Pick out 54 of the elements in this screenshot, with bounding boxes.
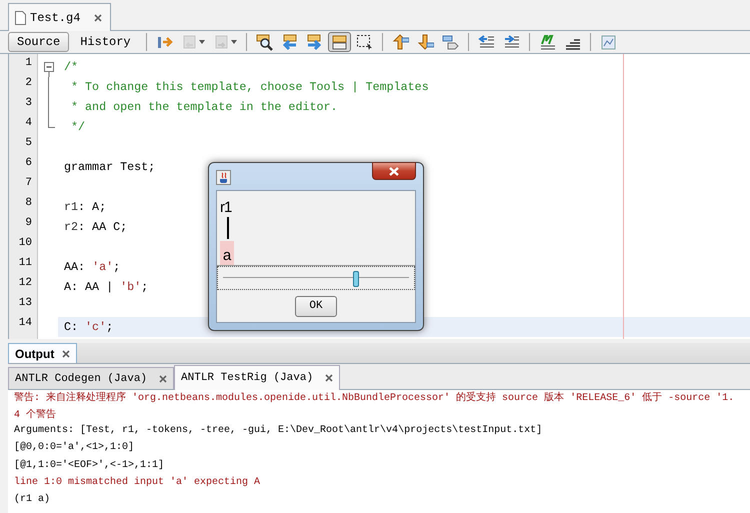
close-icon[interactable] — [325, 374, 334, 382]
close-icon[interactable] — [159, 374, 168, 382]
output-line: 4 个警告 — [14, 410, 56, 422]
zoom-slider[interactable] — [217, 266, 415, 290]
line-number: 10 — [18, 237, 33, 251]
code-line: /* — [64, 60, 78, 74]
code-line: r2: AA C; — [64, 220, 128, 234]
view-button[interactable]: History — [71, 32, 140, 52]
output-line: 警告: 来自注释处理程序 'org.netbeans.modules.openide.util.NbBundleProcessor' 的受支持 source 版本 'RELEASE_6' 低于 -source '1. — [14, 393, 734, 404]
line-number: 7 — [24, 177, 33, 191]
close-button[interactable] — [372, 162, 416, 180]
document-icon — [15, 10, 26, 24]
root-label: r1 — [220, 199, 232, 216]
close-icon — [389, 166, 399, 176]
output-panel-title[interactable]: Output — [8, 343, 78, 363]
output-tab[interactable]: ANTLR TestRig (Java) — [174, 365, 340, 390]
view-button[interactable]: Source — [8, 32, 70, 52]
close-icon[interactable] — [94, 14, 102, 22]
ok-button[interactable]: OK — [295, 296, 337, 316]
line-number: 4 — [24, 117, 33, 131]
output-line: Arguments: [Test, r1, -tokens, -tree, -gui, E:\Dev_Root\antlr\v4\projects\testInput.txt] — [14, 424, 542, 436]
file-tab[interactable]: Test.g4 — [8, 3, 112, 31]
fold-end-line — [48, 117, 55, 128]
code-line: C: 'c'; — [64, 320, 114, 334]
output-line: (r1 a) — [14, 494, 50, 506]
output-line: line 1:0 mismatched input 'a' expecting A — [14, 476, 260, 488]
code-line: */ — [70, 120, 86, 134]
line-number: 11 — [18, 257, 33, 271]
output-line: [@0,0:0='a',<1>,1:0] — [14, 442, 134, 454]
caret-icon — [230, 40, 237, 44]
close-icon[interactable] — [62, 350, 70, 358]
line-number: 1 — [24, 57, 33, 71]
line-number: 12 — [18, 277, 33, 291]
java-cup-icon — [216, 170, 231, 185]
code-line: AA: 'a'; — [64, 260, 120, 274]
line-number: 5 — [24, 137, 33, 151]
caret-icon — [198, 40, 205, 44]
output-line: [@1,1:0='<EOF>',<-1>,1:1] — [14, 460, 164, 471]
line-number: 2 — [24, 77, 33, 91]
tree-edge — [227, 217, 229, 239]
line-number: 14 — [18, 317, 33, 331]
line-number: 8 — [24, 197, 33, 211]
leaf-label: a — [220, 241, 234, 265]
slider-thumb[interactable] — [353, 271, 360, 287]
code-line: * To change this template, choose Tools | Templates — [70, 80, 429, 94]
code-line: grammar Test; — [64, 160, 156, 174]
line-number: 6 — [24, 157, 33, 171]
code-line: r1: A; — [64, 200, 106, 214]
output-tab[interactable]: ANTLR Codegen (Java) — [8, 367, 174, 389]
code-line: A: AA | 'b'; — [64, 280, 148, 294]
line-number: 13 — [18, 297, 33, 311]
line-number: 3 — [24, 97, 33, 111]
code-line: * and open the template in the editor. — [70, 100, 338, 114]
line-number: 9 — [24, 217, 33, 231]
